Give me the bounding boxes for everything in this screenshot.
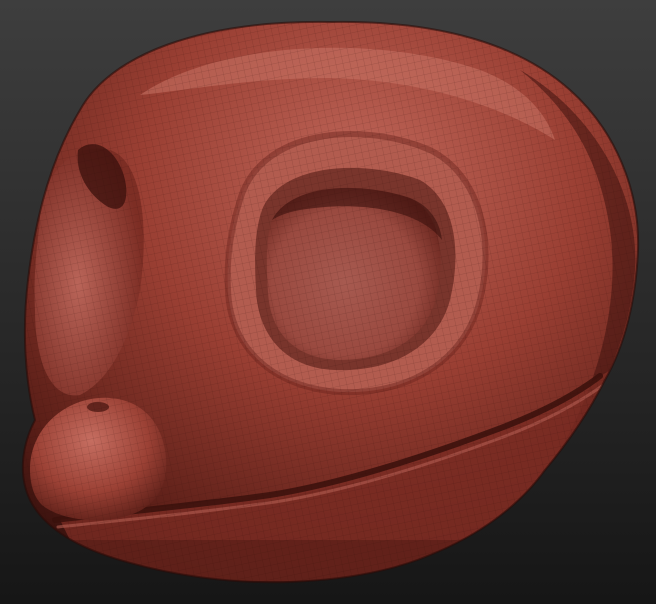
sculpt-render <box>0 0 656 604</box>
sculpt-viewport[interactable] <box>0 0 656 604</box>
